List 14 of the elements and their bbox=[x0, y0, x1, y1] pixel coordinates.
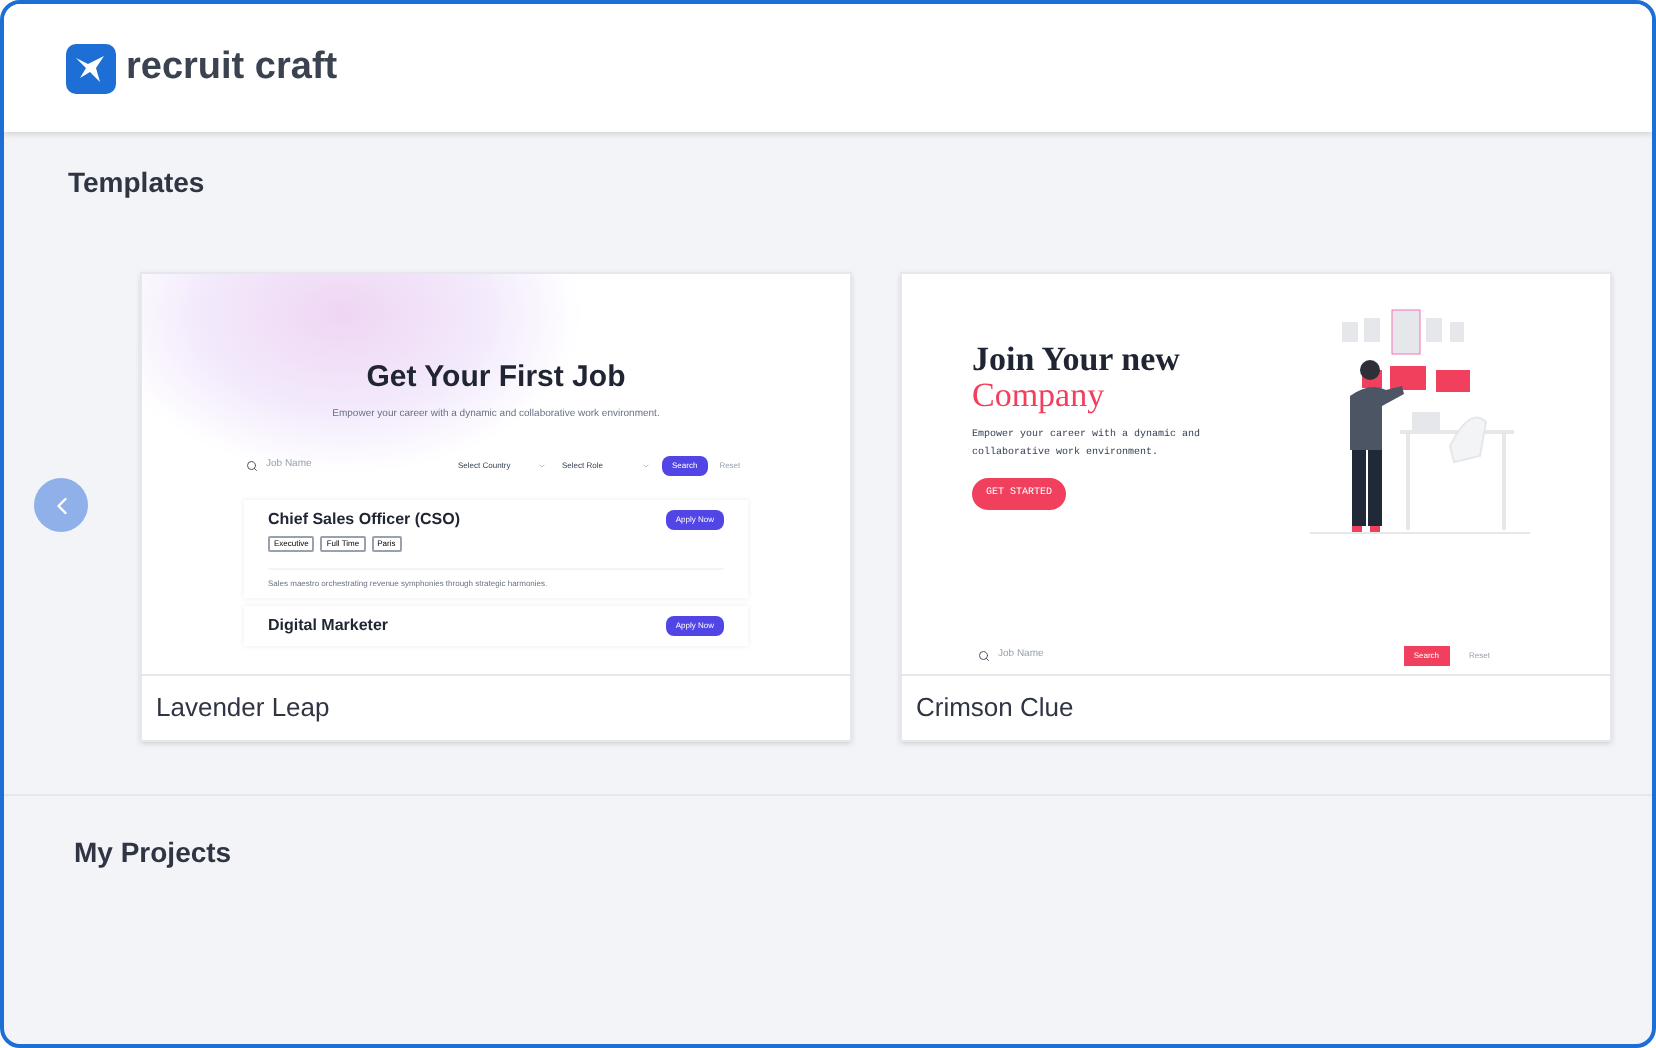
template-name: Crimson Clue bbox=[902, 674, 1610, 740]
template-name: Lavender Leap bbox=[142, 674, 850, 740]
preview-title: Get Your First Job bbox=[366, 362, 626, 392]
preview-title-accent: Company bbox=[972, 378, 1107, 414]
brand-name: recruit craft bbox=[126, 43, 338, 92]
search-icon bbox=[246, 459, 258, 471]
template-card[interactable] bbox=[140, 272, 852, 742]
section-heading: Templates bbox=[68, 164, 207, 202]
job-title: Chief Sales Officer (CSO) bbox=[268, 507, 461, 531]
search-icon bbox=[978, 650, 990, 662]
job-title: Digital Marketer bbox=[268, 613, 389, 637]
section-heading: My Projects bbox=[74, 834, 234, 872]
bird-logo-icon bbox=[66, 43, 116, 93]
preview-title: Join Your new bbox=[972, 342, 1182, 378]
